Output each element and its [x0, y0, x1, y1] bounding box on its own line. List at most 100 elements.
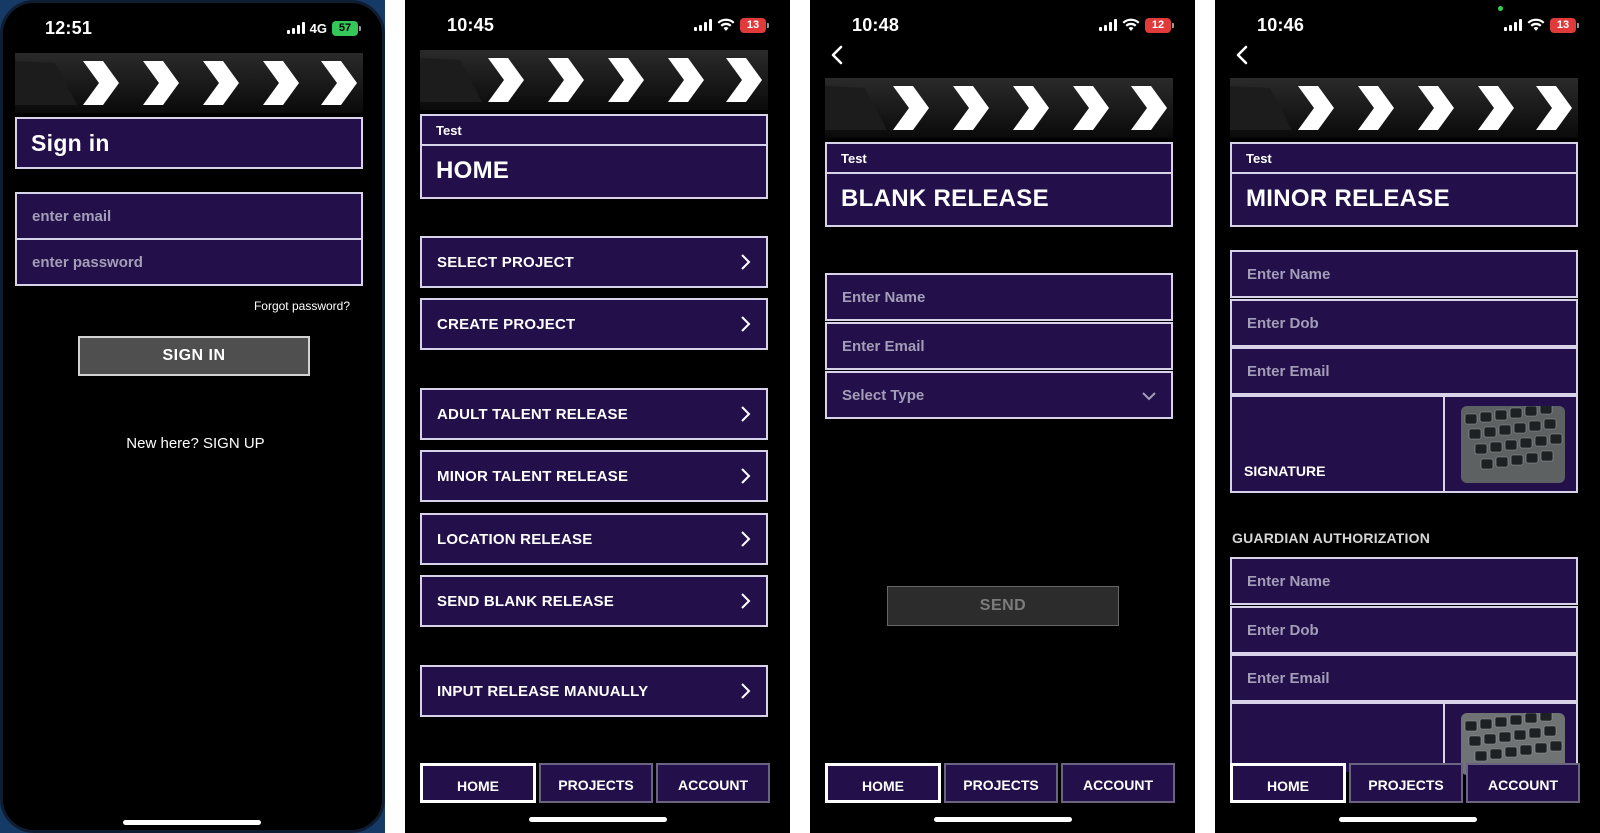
guardian-dob-field[interactable]: Enter Dob	[1230, 606, 1578, 654]
page-header: Sign in	[15, 117, 363, 169]
tab-projects[interactable]: PROJECTS	[1349, 763, 1463, 803]
tab-projects[interactable]: PROJECTS	[944, 763, 1058, 803]
type-select-label: Select Type	[842, 387, 925, 404]
status-bar: 10:48 12	[810, 0, 1195, 50]
cellular-signal-icon	[286, 22, 305, 34]
back-arrow-icon[interactable]	[828, 44, 848, 66]
menu-label: SELECT PROJECT	[437, 254, 574, 271]
minor-signature-pad[interactable]: SIGNATURE	[1230, 395, 1578, 493]
menu-label: MINOR TALENT RELEASE	[437, 468, 629, 485]
create-project-button[interactable]: CREATE PROJECT	[420, 298, 768, 350]
cellular-signal-icon	[694, 19, 712, 31]
status-bar: 10:45 13	[405, 0, 790, 50]
page-title: MINOR RELEASE	[1246, 185, 1450, 212]
tab-home[interactable]: HOME	[825, 763, 941, 803]
chevron-right-icon	[741, 316, 751, 332]
screen-home: 10:45 13 Test HOME SELECT PROJECT CREATE…	[405, 0, 790, 833]
status-time: 10:48	[852, 15, 900, 35]
home-indicator	[934, 817, 1072, 822]
clapperboard-logo	[825, 78, 1173, 138]
tab-home[interactable]: HOME	[420, 763, 536, 803]
page-title: HOME	[436, 157, 510, 184]
back-arrow-icon[interactable]	[1233, 44, 1253, 66]
tab-bar: HOME PROJECTS ACCOUNT	[420, 763, 770, 803]
home-indicator	[123, 820, 261, 825]
screen-blank-release: 10:48 12 Test BLANK RELEASE Enter Name E…	[810, 0, 1195, 833]
project-name: Test	[1232, 144, 1576, 174]
minor-name-field[interactable]: Enter Name	[1230, 250, 1578, 298]
status-bar: 10:46 13	[1215, 0, 1600, 50]
status-time: 12:51	[45, 18, 93, 38]
wifi-icon	[717, 18, 735, 31]
page-header: Test BLANK RELEASE	[825, 142, 1173, 227]
send-blank-release-button[interactable]: SEND BLANK RELEASE	[420, 575, 768, 627]
project-name: Test	[827, 144, 1171, 174]
input-release-manually-button[interactable]: INPUT RELEASE MANUALLY	[420, 665, 768, 717]
cellular-signal-icon	[1099, 19, 1117, 31]
select-project-button[interactable]: SELECT PROJECT	[420, 236, 768, 288]
battery-icon: 12	[1145, 17, 1174, 33]
tab-account[interactable]: ACCOUNT	[1466, 763, 1580, 803]
sign-in-button[interactable]: SIGN IN	[78, 336, 310, 376]
screen-sign-in: 12:51 4G 57 Sign in enter email enter pa…	[0, 0, 385, 833]
keyboard-thumbnail-image[interactable]	[1461, 406, 1565, 483]
minor-email-field[interactable]: Enter Email	[1230, 347, 1578, 395]
guardian-name-field[interactable]: Enter Name	[1230, 557, 1578, 605]
battery-icon: 13	[1550, 17, 1579, 33]
divider	[1443, 397, 1445, 491]
adult-talent-release-button[interactable]: ADULT TALENT RELEASE	[420, 388, 768, 440]
page-title: Sign in	[31, 130, 110, 156]
tab-home[interactable]: HOME	[1230, 763, 1346, 803]
chevron-right-icon	[741, 683, 751, 699]
forgot-password-link[interactable]: Forgot password?	[254, 299, 350, 313]
chevron-down-icon	[1142, 392, 1156, 401]
battery-icon: 57	[332, 20, 361, 36]
send-button[interactable]: SEND	[887, 586, 1119, 626]
minor-talent-release-button[interactable]: MINOR TALENT RELEASE	[420, 450, 768, 502]
cellular-signal-icon	[1504, 19, 1522, 31]
sign-up-link[interactable]: New here? SIGN UP	[3, 435, 382, 452]
page-header: Test HOME	[420, 114, 768, 199]
home-indicator	[1339, 817, 1477, 822]
email-field[interactable]: Enter Email	[825, 322, 1173, 370]
chevron-right-icon	[741, 468, 751, 484]
wifi-icon	[1527, 18, 1545, 31]
divider	[1443, 704, 1445, 772]
status-time: 10:45	[447, 15, 495, 35]
wifi-icon	[1122, 18, 1140, 31]
tab-projects[interactable]: PROJECTS	[539, 763, 653, 803]
menu-label: SEND BLANK RELEASE	[437, 593, 614, 610]
signature-label: SIGNATURE	[1244, 463, 1326, 479]
home-indicator	[529, 817, 667, 822]
guardian-section-heading: GUARDIAN AUTHORIZATION	[1232, 530, 1431, 546]
email-field[interactable]: enter email	[15, 192, 363, 240]
minor-dob-field[interactable]: Enter Dob	[1230, 299, 1578, 347]
menu-label: ADULT TALENT RELEASE	[437, 406, 628, 423]
status-time: 10:46	[1257, 15, 1305, 35]
password-field[interactable]: enter password	[15, 238, 363, 286]
chevron-right-icon	[741, 593, 751, 609]
tab-bar: HOME PROJECTS ACCOUNT	[825, 763, 1175, 803]
location-release-button[interactable]: LOCATION RELEASE	[420, 513, 768, 565]
tab-account[interactable]: ACCOUNT	[656, 763, 770, 803]
network-type: 4G	[309, 20, 327, 36]
menu-label: LOCATION RELEASE	[437, 531, 593, 548]
screen-minor-release: 10:46 13 Test MINOR RELEASE Enter Name E…	[1215, 0, 1600, 833]
page-header: Test MINOR RELEASE	[1230, 142, 1578, 227]
page-title: BLANK RELEASE	[841, 185, 1049, 212]
name-field[interactable]: Enter Name	[825, 273, 1173, 321]
menu-label: CREATE PROJECT	[437, 316, 576, 333]
clapperboard-logo	[1230, 78, 1578, 138]
clapperboard-logo	[420, 50, 768, 110]
tab-account[interactable]: ACCOUNT	[1061, 763, 1175, 803]
clapperboard-logo	[15, 53, 363, 113]
guardian-email-field[interactable]: Enter Email	[1230, 654, 1578, 702]
project-name: Test	[422, 116, 766, 146]
guardian-signature-pad[interactable]	[1230, 702, 1578, 775]
status-bar: 12:51 4G 57	[3, 3, 382, 53]
chevron-right-icon	[741, 531, 751, 547]
chevron-right-icon	[741, 254, 751, 270]
tab-bar: HOME PROJECTS ACCOUNT	[1230, 763, 1580, 803]
battery-icon: 13	[740, 17, 769, 33]
type-select[interactable]: Select Type	[825, 371, 1173, 419]
